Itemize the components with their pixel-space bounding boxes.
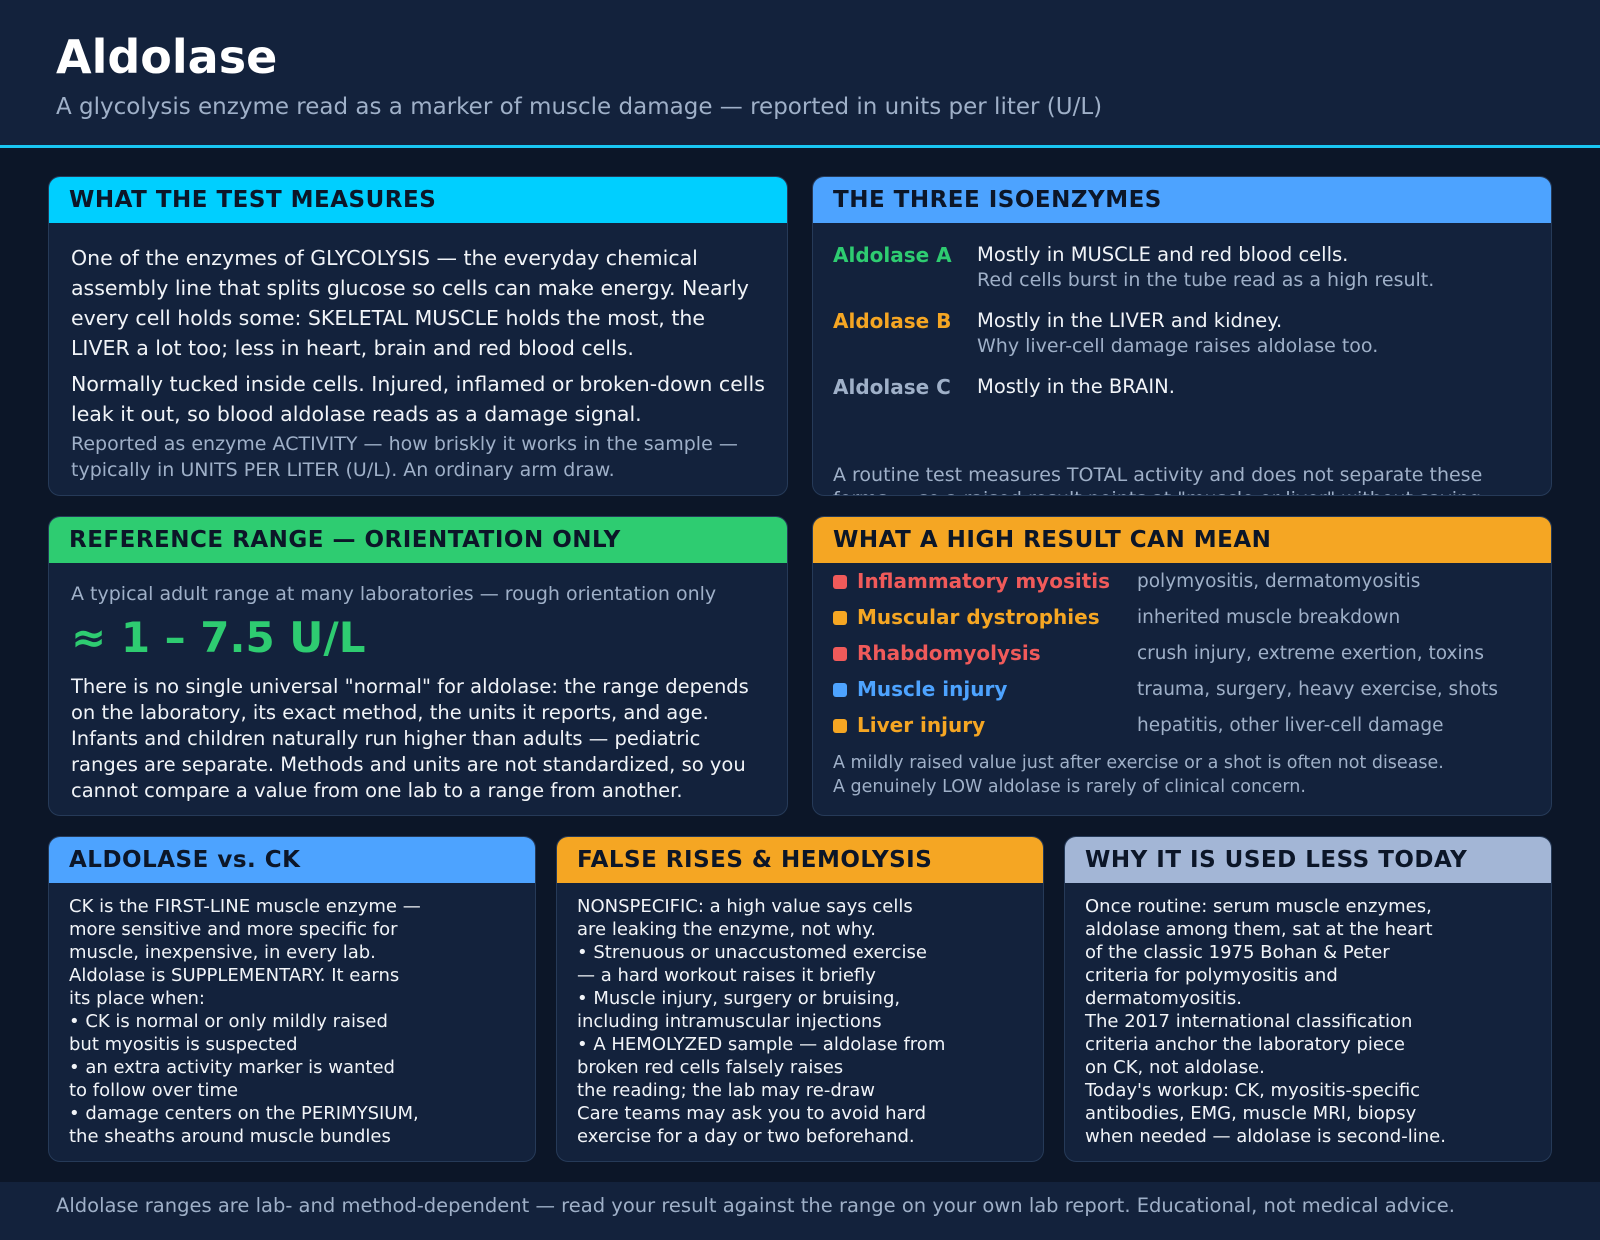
card-line: including intramuscular injections [577,1011,882,1032]
page-title: Aldolase [56,30,278,84]
measures-paragraph-2: Normally tucked inside cells. Injured, i… [71,372,765,426]
range-value: ≈ 1 – 7.5 U/L [71,613,366,662]
card-line: The 2017 international classification [1085,1011,1413,1032]
card-line: the sheaths around muscle bundles [69,1126,391,1147]
range-intro: A typical adult range at many laboratori… [71,583,717,605]
card-line: the reading; the lab may re-draw [577,1080,875,1101]
card-line: muscle, inexpensive, in every lab. [69,942,376,963]
card-body: CK is the FIRST-LINE muscle enzyme — more… [49,883,535,1148]
card-line: more sensitive and more specific for [69,919,398,940]
cause-name: Liver injury [857,713,986,737]
card-header: THE THREE ISOENZYMES [813,177,1551,223]
isoenzyme-note: Why liver-cell damage raises aldolase to… [977,335,1379,357]
card-line: aldolase among them, sat at the heart [1085,919,1433,940]
card-line: criteria anchor the laboratory piece [1085,1034,1405,1055]
card-line: Aldolase is SUPPLEMENTARY. It earns [69,965,400,986]
card-line: on CK, not aldolase. [1085,1057,1265,1078]
card-line: are leaking the enzyme, not why. [577,919,876,940]
card-line: • damage centers on the PERIMYSIUM, [69,1103,419,1124]
card-header: ALDOLASE vs. CK [49,837,535,883]
card-line: • an extra activity marker is wanted [69,1057,395,1078]
card-line: Once routine: serum muscle enzymes, [1085,896,1432,917]
isoenzyme-row: Aldolase A Mostly in MUSCLE and red bloo… [813,223,1551,291]
footer: Aldolase ranges are lab- and method-depe… [0,1182,1600,1240]
card-line: — a hard workout raises it briefly [577,965,876,986]
card-line: criteria for polymyositis and [1085,965,1338,986]
cause-description: crush injury, extreme exertion, toxins [1137,643,1484,664]
cause-row: Muscle injury trauma, surgery, heavy exe… [833,677,1533,707]
isoenzyme-location: Mostly in MUSCLE and red blood cells. [977,243,1349,266]
card-header: WHAT THE TEST MEASURES [49,177,787,223]
isoenzyme-row: Aldolase B Mostly in the LIVER and kidne… [813,289,1551,357]
card-what-test-measures: WHAT THE TEST MEASURES One of the enzyme… [48,176,788,496]
bullet-square-icon [833,647,847,661]
card-line: when needed — aldolase is second-line. [1085,1126,1446,1147]
cause-row: Muscular dystrophies inherited muscle br… [833,605,1533,635]
header: Aldolase A glycolysis enzyme read as a m… [0,0,1600,148]
card-header: FALSE RISES & HEMOLYSIS [557,837,1043,883]
high-note-line: A mildly raised value just after exercis… [833,753,1444,773]
card-line: CK is the FIRST-LINE muscle enzyme — [69,896,421,917]
bullet-square-icon [833,719,847,733]
cause-description: inherited muscle breakdown [1137,607,1401,628]
cause-name: Rhabdomyolysis [857,641,1041,665]
isoenzyme-name: Aldolase A [833,243,952,267]
card-header: WHY IT IS USED LESS TODAY [1065,837,1551,883]
card-line: but myositis is suspected [69,1034,298,1055]
isoenzyme-location: Mostly in the LIVER and kidney. [977,309,1283,332]
card-line: dermatomyositis. [1085,988,1242,1009]
card-false-rises: FALSE RISES & HEMOLYSIS NONSPECIFIC: a h… [556,836,1044,1162]
cause-name: Muscular dystrophies [857,605,1100,629]
cause-row: Inflammatory myositis polymyositis, derm… [833,569,1533,599]
card-high-result: WHAT A HIGH RESULT CAN MEAN Inflammatory… [812,516,1552,816]
card-reference-range: REFERENCE RANGE — ORIENTATION ONLY A typ… [48,516,788,816]
card-line: of the classic 1975 Bohan & Peter [1085,942,1390,963]
isoenzyme-name: Aldolase B [833,309,952,333]
card-body: NONSPECIFIC: a high value says cells are … [557,883,1043,1148]
card-line: to follow over time [69,1080,239,1101]
cause-row: Liver injury hepatitis, other liver-cell… [833,713,1533,743]
card-line: • Muscle injury, surgery or bruising, [577,988,901,1009]
card-header: REFERENCE RANGE — ORIENTATION ONLY [49,517,787,563]
cause-description: hepatitis, other liver-cell damage [1137,715,1444,736]
card-line: NONSPECIFIC: a high value says cells [577,896,913,917]
card-line: Care teams may ask you to avoid hard [577,1103,927,1124]
bullet-square-icon [833,575,847,589]
cause-row: Rhabdomyolysis crush injury, extreme exe… [833,641,1533,671]
isoenzyme-location: Mostly in the BRAIN. [977,375,1175,398]
isoenzyme-name: Aldolase C [833,375,951,399]
card-line: its place when: [69,988,205,1009]
bullet-square-icon [833,611,847,625]
card-line: • CK is normal or only mildly raised [69,1011,388,1032]
cause-name: Muscle injury [857,677,1008,701]
range-description: There is no single universal "normal" fo… [71,675,749,802]
card-three-isoenzymes: THE THREE ISOENZYMES Aldolase A Mostly i… [812,176,1552,496]
high-note-line: A genuinely LOW aldolase is rarely of cl… [833,777,1306,797]
card-line: • A HEMOLYZED sample — aldolase from [577,1034,946,1055]
high-result-note: A mildly raised value just after exercis… [833,751,1533,799]
card-body: Once routine: serum muscle enzymes, aldol… [1065,883,1551,1148]
card-used-less-today: WHY IT IS USED LESS TODAY Once routine: … [1064,836,1552,1162]
card-line: • Strenuous or unaccustomed exercise [577,942,927,963]
card-line: Today's workup: CK, myositis-specific [1085,1080,1421,1101]
card-line: antibodies, EMG, muscle MRI, biopsy [1085,1103,1417,1124]
isoenzyme-note: Red cells burst in the tube read as a hi… [977,269,1435,291]
card-line: broken red cells falsely raises [577,1057,844,1078]
page-subtitle: A glycolysis enzyme read as a marker of … [56,94,1103,120]
measures-paragraph-3: Reported as enzyme ACTIVITY — how briskl… [71,433,738,481]
footer-disclaimer: Aldolase ranges are lab- and method-depe… [56,1194,1455,1217]
cause-name: Inflammatory myositis [857,569,1111,593]
card-line: exercise for a day or two beforehand. [577,1126,915,1147]
cause-description: trauma, surgery, heavy exercise, shots [1137,679,1499,700]
measures-paragraph-1: One of the enzymes of GLYCOLYSIS — the e… [71,246,749,360]
bullet-square-icon [833,683,847,697]
card-header: WHAT A HIGH RESULT CAN MEAN [813,517,1551,563]
isoenzyme-row: Aldolase C Mostly in the BRAIN. [813,355,1551,421]
card-aldolase-vs-ck: ALDOLASE vs. CK CK is the FIRST-LINE mus… [48,836,536,1162]
cause-description: polymyositis, dermatomyositis [1137,571,1421,592]
isoenzymes-note: A routine test measures TOTAL activity a… [833,464,1483,495]
